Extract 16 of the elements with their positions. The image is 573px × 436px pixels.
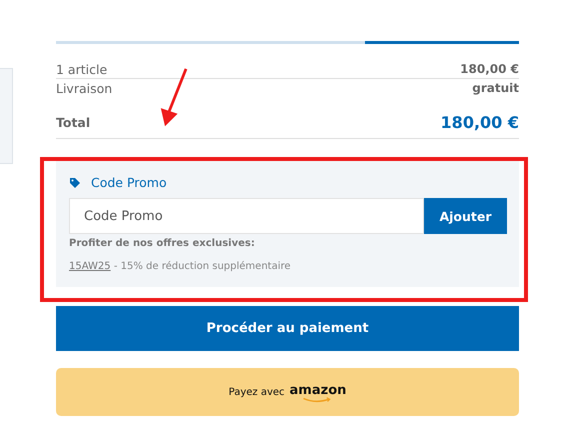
tag-icon: [69, 176, 81, 188]
summary-label: 1 article: [56, 61, 108, 78]
amazon-pay-button[interactable]: Payez avec amazon: [56, 368, 519, 416]
offers-heading: Profiter de nos offres exclusives:: [69, 238, 256, 249]
smile-arrow-icon: [302, 397, 332, 403]
promo-code-link[interactable]: 15AW25: [69, 261, 111, 272]
checkout-button[interactable]: Procéder au paiement: [56, 306, 519, 351]
summary-label: Livraison: [56, 80, 112, 97]
promo-code-field[interactable]: Code Promo: [69, 198, 424, 234]
promo-title: Code Promo: [91, 175, 167, 190]
summary-value: 180,00 €: [460, 61, 519, 78]
add-button[interactable]: Ajouter: [424, 198, 507, 234]
total-label: Total: [56, 115, 90, 130]
summary-value: gratuit: [472, 80, 519, 97]
offer-description: - 15% de réduction supplémentaire: [112, 261, 291, 272]
total-value: 180,00 €: [440, 113, 519, 132]
